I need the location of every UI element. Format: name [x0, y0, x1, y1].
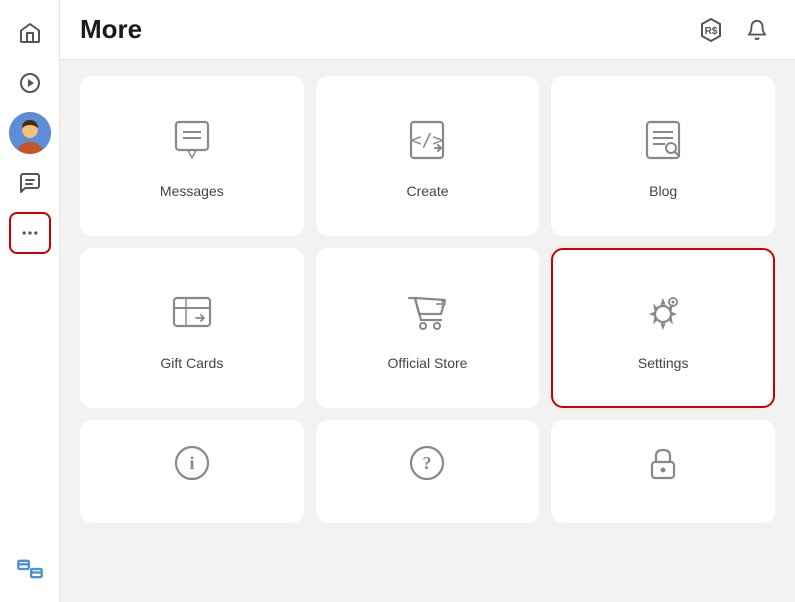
help-icon: ? [406, 442, 448, 489]
sidebar-item-robux[interactable] [9, 548, 51, 590]
svg-text:R$: R$ [705, 26, 718, 37]
grid-item-settings[interactable]: Settings [551, 248, 775, 408]
grid-item-messages[interactable]: Messages [80, 76, 304, 236]
sidebar [0, 0, 60, 602]
grid-item-info[interactable]: i [80, 420, 304, 523]
info-icon: i [171, 442, 213, 489]
header-icons: R$ [693, 12, 775, 48]
sidebar-item-more[interactable] [9, 212, 51, 254]
settings-label: Settings [638, 355, 689, 371]
header: More R$ [60, 0, 795, 60]
grid-item-help[interactable]: ? [316, 420, 540, 523]
content-area: Messages </> Create [60, 60, 795, 602]
create-label: Create [406, 183, 448, 199]
blog-icon [637, 114, 689, 171]
notifications-button[interactable] [739, 12, 775, 48]
sidebar-item-discover[interactable] [9, 62, 51, 104]
grid-item-official-store[interactable]: Official Store [316, 248, 540, 408]
messages-label: Messages [160, 183, 224, 199]
robux-button[interactable]: R$ [693, 12, 729, 48]
page-title: More [80, 14, 142, 45]
gift-cards-label: Gift Cards [160, 355, 223, 371]
svg-text:?: ? [423, 453, 432, 473]
gift-cards-icon [166, 286, 218, 343]
sidebar-item-chat[interactable] [9, 162, 51, 204]
blog-label: Blog [649, 183, 677, 199]
main-area: More R$ [60, 0, 795, 602]
grid-item-blog[interactable]: Blog [551, 76, 775, 236]
official-store-icon [401, 286, 453, 343]
svg-text:i: i [189, 453, 194, 473]
grid-item-lock[interactable] [551, 420, 775, 523]
official-store-label: Official Store [388, 355, 468, 371]
sidebar-item-home[interactable] [9, 12, 51, 54]
messages-icon [166, 114, 218, 171]
grid-item-gift-cards[interactable]: Gift Cards [80, 248, 304, 408]
settings-icon [637, 286, 689, 343]
items-grid: Messages </> Create [80, 76, 775, 523]
sidebar-item-avatar[interactable] [9, 112, 51, 154]
grid-item-create[interactable]: </> Create [316, 76, 540, 236]
lock-icon [642, 442, 684, 489]
create-icon: </> [401, 114, 453, 171]
